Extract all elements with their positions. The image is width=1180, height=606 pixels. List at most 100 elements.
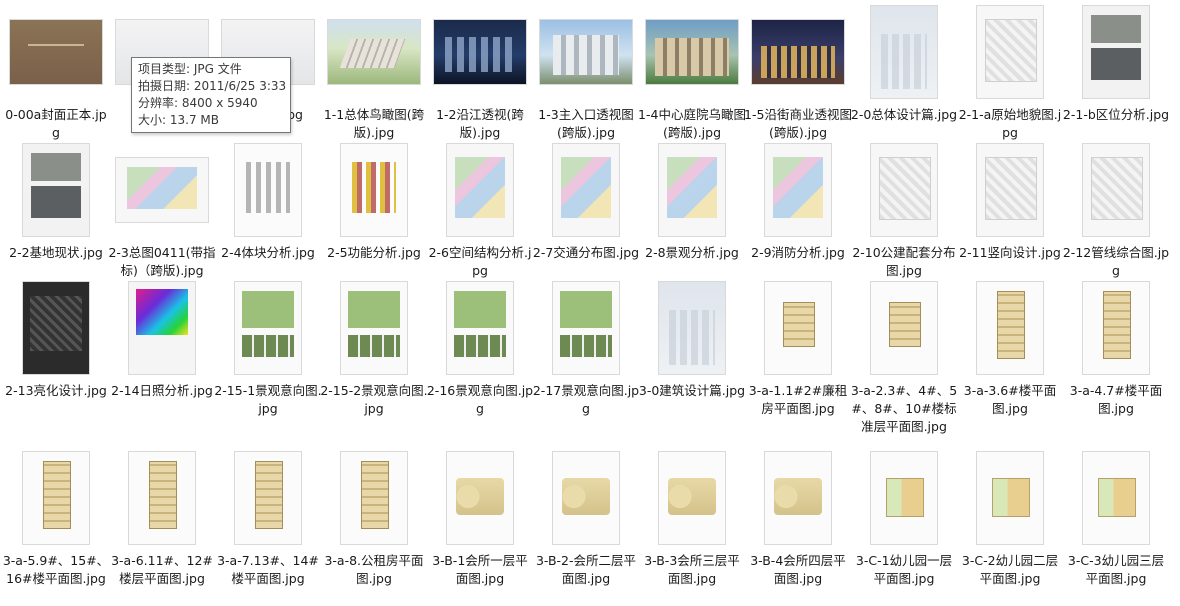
file-name-label: 3-a-4.7#楼平面图.jpg xyxy=(1069,383,1163,416)
thumbnail-frame xyxy=(110,448,214,548)
file-thumbnail xyxy=(871,282,937,374)
file-name-label: 2-3总图0411(带指标)（跨版).jpg xyxy=(108,245,216,278)
thumbnail-frame xyxy=(534,278,638,378)
thumbnail-frame xyxy=(958,278,1062,378)
file-thumbnail xyxy=(646,20,738,84)
thumbnail-frame xyxy=(852,448,956,548)
file-name-label: 2-8景观分析.jpg xyxy=(645,245,739,260)
file-thumbnail xyxy=(341,144,407,236)
thumbnail-frame xyxy=(216,278,320,378)
file-thumbnail xyxy=(977,144,1043,236)
file-name-label: 2-11竖向设计.jpg xyxy=(959,245,1061,260)
file-name-label: 1-1总体鸟瞰图(跨版).jpg xyxy=(323,107,425,140)
thumbnail-frame xyxy=(958,2,1062,102)
file-name-label: 3-B-4会所四层平面图.jpg xyxy=(750,553,846,586)
file-name-label: 3-a-6.11#、12#楼层平面图.jpg xyxy=(111,553,213,586)
thumbnail-frame xyxy=(216,140,320,240)
tooltip-date: 拍摄日期: 2011/6/25 3:33 xyxy=(138,79,287,93)
file-name-label: 3-C-2幼儿园二层平面图.jpg xyxy=(961,553,1059,586)
file-thumbnail xyxy=(765,282,831,374)
file-thumbnail xyxy=(765,144,831,236)
file-thumbnail xyxy=(341,282,407,374)
file-name-label: 2-14日照分析.jpg xyxy=(111,383,213,398)
file-name-label: 1-5沿街商业透视图(跨版).jpg xyxy=(744,107,852,140)
file-thumbnail xyxy=(129,282,195,374)
file-name-label: 3-a-3.6#楼平面图.jpg xyxy=(963,383,1057,416)
file-thumbnail xyxy=(871,452,937,544)
file-thumbnail xyxy=(235,282,301,374)
thumbnail-frame xyxy=(4,448,108,548)
file-thumbnail xyxy=(553,282,619,374)
thumbnail-frame xyxy=(640,2,744,102)
file-name-label: 3-B-3会所三层平面图.jpg xyxy=(644,553,740,586)
thumbnail-frame xyxy=(322,448,426,548)
thumbnail-frame xyxy=(534,448,638,548)
file-name-label: 2-10公建配套分布图.jpg xyxy=(852,245,956,278)
file-thumbnail xyxy=(23,282,89,374)
file-thumbnail xyxy=(1083,144,1149,236)
thumbnail-frame xyxy=(4,2,108,102)
file-name-label: 3-C-3幼儿园三层平面图.jpg xyxy=(1067,553,1165,586)
file-name-label: 3-B-2-会所二层平面图.jpg xyxy=(535,553,637,586)
file-name-label: 2-16景观意向图.jpg xyxy=(426,383,534,416)
file-name-label: 2-15-2景观意向图.jpg xyxy=(320,383,428,416)
file-thumbnail xyxy=(659,144,725,236)
file-name-label: 1-4中心庭院乌瞰图(跨版).jpg xyxy=(638,107,746,140)
thumbnail-frame xyxy=(4,140,108,240)
file-thumbnail xyxy=(553,144,619,236)
file-thumbnail xyxy=(10,20,102,84)
thumbnail-frame xyxy=(1064,448,1168,548)
file-name-label: 2-17景观意向图.jpg xyxy=(532,383,640,416)
file-thumbnail xyxy=(659,452,725,544)
file-name-label: 2-0总体设计篇.jpg xyxy=(850,107,958,122)
file-thumbnail xyxy=(752,20,844,84)
file-thumbnail xyxy=(447,144,513,236)
file-name-label: 3-0建筑设计篇.jpg xyxy=(638,383,746,398)
file-thumbnail xyxy=(871,144,937,236)
thumbnail-frame xyxy=(958,448,1062,548)
file-name-label: 2-5功能分析.jpg xyxy=(327,245,421,260)
tooltip-size: 大小: 13.7 MB xyxy=(138,113,219,127)
file-name-label: 2-13亮化设计.jpg xyxy=(5,383,107,398)
thumbnail-frame xyxy=(322,2,426,102)
thumbnail-frame xyxy=(640,278,744,378)
file-thumbnail xyxy=(871,6,937,98)
file-thumbnail xyxy=(23,144,89,236)
file-name-label: 2-1-b区位分析.jpg xyxy=(1062,107,1170,122)
thumbnail-frame xyxy=(1064,278,1168,378)
file-thumbnail xyxy=(1083,282,1149,374)
file-thumbnail xyxy=(1083,452,1149,544)
file-name-label: 2-9消防分析.jpg xyxy=(751,245,845,260)
file-thumbnail xyxy=(977,282,1043,374)
file-name-label: 2-12管线综合图.jpg xyxy=(1062,245,1170,278)
thumbnail-frame xyxy=(746,2,850,102)
file-thumbnail xyxy=(447,452,513,544)
thumbnail-frame xyxy=(852,140,956,240)
file-name-label: 2-6空间结构分析.jpg xyxy=(428,245,532,278)
file-name-label: 3-a-7.13#、14#楼平面图.jpg xyxy=(217,553,319,586)
file-name-label: 1-3主入口透视图(跨版).jpg xyxy=(538,107,634,140)
thumbnail-frame xyxy=(428,448,532,548)
thumbnail-frame xyxy=(852,2,956,102)
thumbnail-frame xyxy=(322,278,426,378)
thumbnail-frame xyxy=(1064,2,1168,102)
file-thumbnail xyxy=(235,144,301,236)
thumbnail-frame xyxy=(4,278,108,378)
thumbnail-frame xyxy=(640,448,744,548)
file-thumbnail xyxy=(235,452,301,544)
file-name-label: 2-7交通分布图.jpg xyxy=(532,245,640,260)
file-name-label: 2-15-1景观意向图.jpg xyxy=(214,383,322,416)
file-thumbnail xyxy=(129,452,195,544)
thumbnail-frame xyxy=(746,278,850,378)
thumbnail-frame xyxy=(534,2,638,102)
thumbnail-frame xyxy=(534,140,638,240)
file-name-label: 3-B-1会所一层平面图.jpg xyxy=(432,553,528,586)
file-thumbnail xyxy=(1083,6,1149,98)
file-name-label: 3-a-1.1#2#廉租房平面图.jpg xyxy=(748,383,848,416)
thumbnail-frame xyxy=(216,448,320,548)
tooltip-resolution: 分辨率: 8400 x 5940 xyxy=(138,96,258,110)
file-info-tooltip: 项目类型: JPG 文件 拍摄日期: 2011/6/25 3:33 分辨率: 8… xyxy=(131,57,291,133)
thumbnail-frame xyxy=(852,278,956,378)
file-thumbnail xyxy=(23,452,89,544)
thumbnail-frame xyxy=(428,140,532,240)
